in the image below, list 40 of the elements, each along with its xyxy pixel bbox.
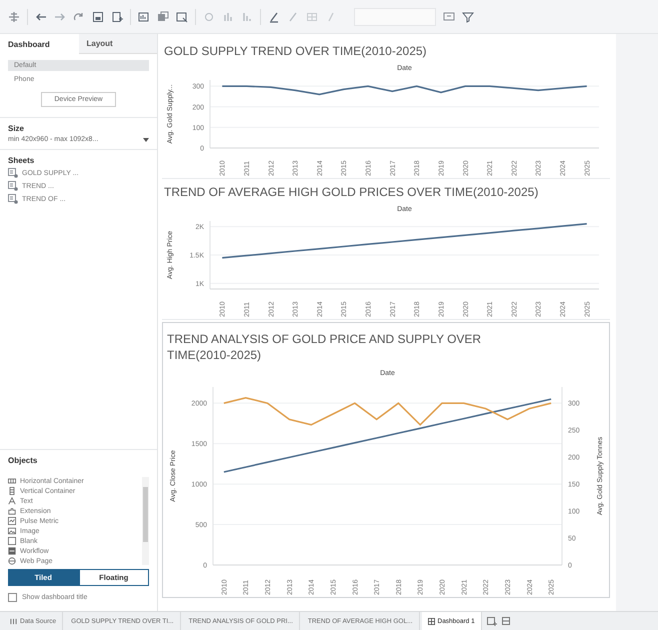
chart-title: TREND ANALYSIS OF GOLD PRICE AND SUPPLY OVER TIME(2010-2025): [166, 331, 482, 364]
caret-icon: [143, 138, 149, 142]
metric-icon: [8, 517, 16, 525]
checkbox[interactable]: [8, 593, 17, 602]
database-icon: [10, 618, 17, 624]
highlight-pen-icon[interactable]: [268, 10, 280, 22]
forward-arrow-icon[interactable]: [54, 10, 66, 22]
dashboard-icon: [428, 618, 434, 624]
redo-icon[interactable]: [73, 10, 85, 22]
vertical-container-icon: [8, 487, 16, 495]
puzzle-icon: [8, 507, 16, 515]
circle-icon[interactable]: [203, 10, 215, 22]
image-icon: [8, 527, 16, 535]
new-sheet-icon[interactable]: [486, 616, 497, 626]
globe-icon: [8, 557, 16, 565]
back-arrow-icon[interactable]: [35, 10, 47, 22]
sort-descending-icon[interactable]: [241, 10, 253, 22]
clear-sheet-icon[interactable]: [176, 10, 188, 22]
save-icon[interactable]: [92, 10, 104, 22]
new-sheet-icon[interactable]: [111, 10, 123, 22]
section-heading: Size: [8, 124, 26, 133]
chart-title: TREND OF AVERAGE HIGH GOLD PRICES OVER TIME(2010-2025): [163, 184, 540, 201]
chart-title: GOLD SUPPLY TREND OVER TIME(2010-2025): [163, 43, 428, 60]
new-dashboard-icon[interactable]: [502, 616, 512, 626]
blank-icon: [8, 537, 16, 545]
presentation-icon[interactable]: [443, 10, 455, 22]
filter-icon[interactable]: [462, 10, 474, 22]
section-heading: Sheets: [8, 156, 36, 165]
horizontal-container-icon: [8, 477, 16, 485]
sidebar-tab[interactable]: Layout: [78, 34, 157, 54]
sheet-icon: [8, 194, 18, 204]
sheet-icon: [8, 181, 18, 191]
chart-icon[interactable]: [138, 10, 150, 22]
workflow-icon: [8, 547, 16, 555]
scrollbar[interactable]: [142, 477, 149, 565]
logo-icon[interactable]: [8, 10, 20, 22]
section-heading: Objects: [8, 456, 38, 465]
duplicate-icon[interactable]: [157, 10, 169, 22]
sheet-icon: [8, 168, 18, 178]
text-icon: [8, 497, 16, 505]
